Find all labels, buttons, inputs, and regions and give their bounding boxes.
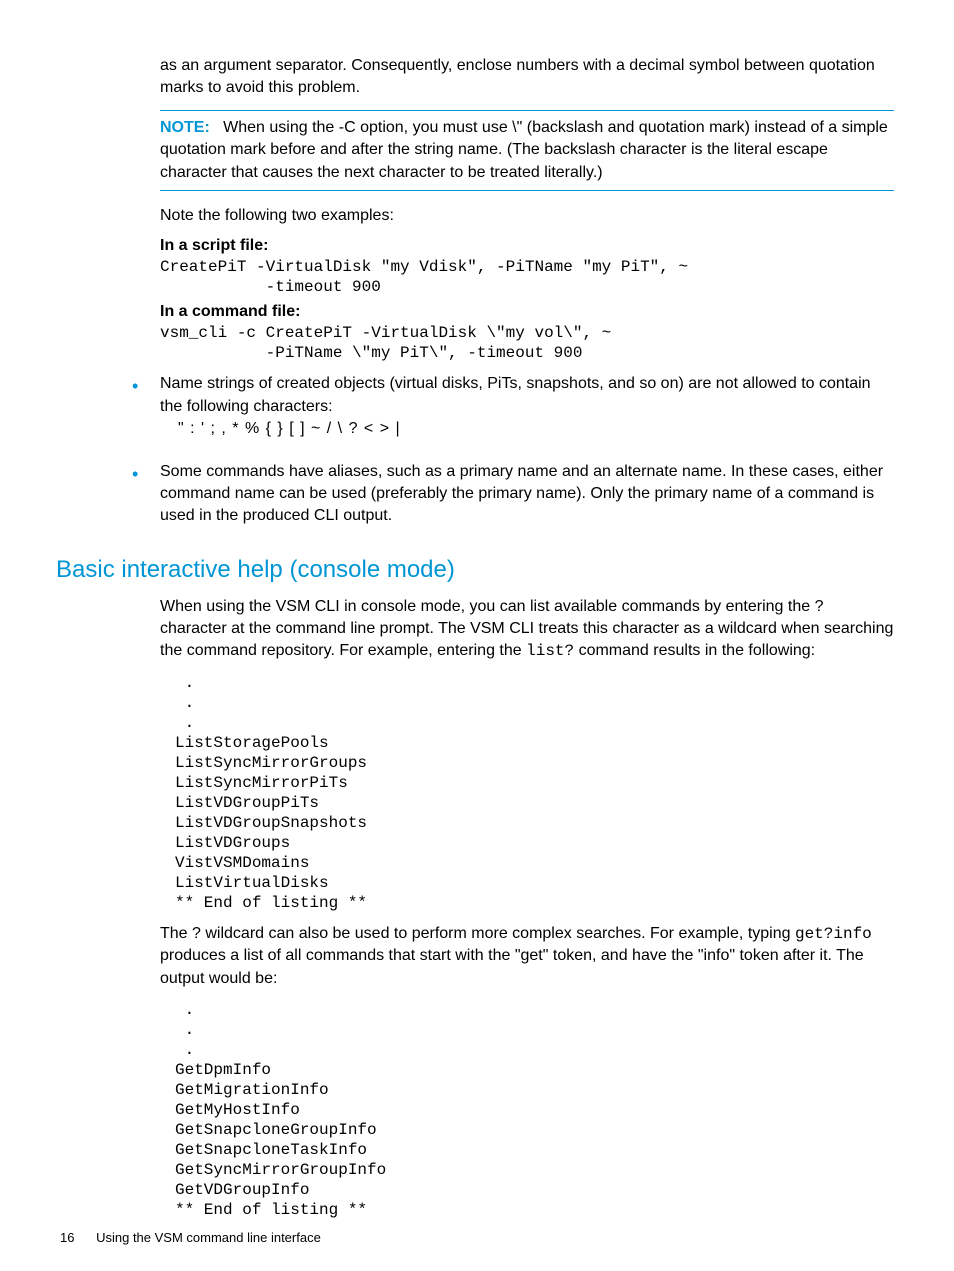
intro-paragraph: as an argument separator. Consequently, …	[160, 55, 894, 100]
help-paragraph-1: When using the VSM CLI in console mode, …	[160, 596, 894, 663]
command-file-label: In a command file:	[160, 303, 894, 321]
script-file-label: In a script file:	[160, 237, 894, 255]
p3-part-b: command results in the following:	[574, 642, 815, 659]
bullet-item-chars: Name strings of created objects (virtual…	[60, 373, 894, 440]
bullet-text: Name strings of created objects (virtual…	[160, 375, 871, 414]
examples-intro: Note the following two examples:	[160, 205, 894, 227]
footer-title: Using the VSM command line interface	[96, 1230, 321, 1245]
page-footer: 16 Using the VSM command line interface	[60, 1230, 321, 1245]
note-label: NOTE:	[160, 119, 210, 136]
p4-part-a: The ? wildcard can also be used to perfo…	[160, 925, 795, 942]
listing-output-2: . . . GetDpmInfo GetMigrationInfo GetMyH…	[175, 1000, 894, 1220]
listing-output-1: . . . ListStoragePools ListSyncMirrorGro…	[175, 673, 894, 913]
p4-part-b: produces a list of all commands that sta…	[160, 947, 864, 986]
section-heading: Basic interactive help (console mode)	[56, 556, 894, 584]
inline-code-getinfo: get?info	[795, 925, 872, 943]
bullet-item-aliases: Some commands have aliases, such as a pr…	[60, 461, 894, 528]
forbidden-chars: " : ' ; , * % { } [ ] ~ / \ ? < > |	[178, 418, 894, 440]
note-text: When using the -C option, you must use \…	[160, 119, 888, 181]
script-file-code: CreatePiT -VirtualDisk "my Vdisk", -PiTN…	[160, 257, 894, 297]
note-box: NOTE: When using the -C option, you must…	[160, 110, 894, 191]
inline-code-list: list?	[526, 642, 574, 660]
help-paragraph-2: The ? wildcard can also be used to perfo…	[160, 923, 894, 990]
page-number: 16	[60, 1230, 74, 1245]
command-file-code: vsm_cli -c CreatePiT -VirtualDisk \"my v…	[160, 323, 894, 363]
